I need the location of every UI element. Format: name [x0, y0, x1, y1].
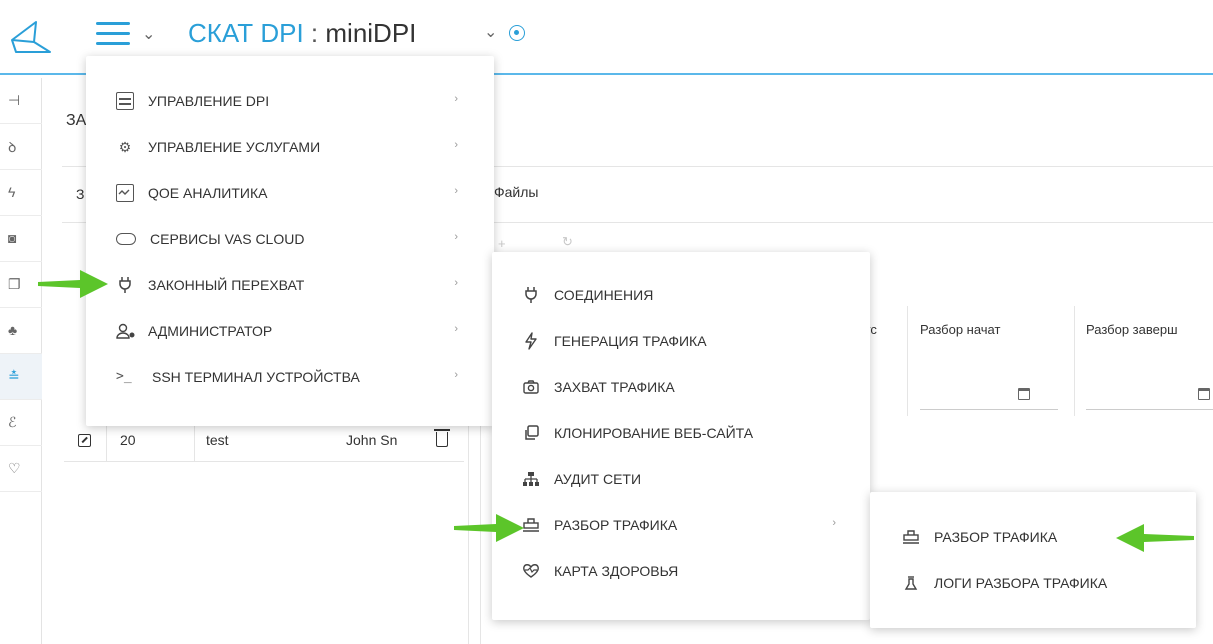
lawful-interception-submenu: СОЕДИНЕНИЯ ГЕНЕРАЦИЯ ТРАФИКА ЗАХВАТ ТРАФ… — [492, 252, 870, 620]
logo-icon[interactable] — [6, 20, 52, 56]
chevron-right-icon: › — [454, 277, 458, 289]
plug-icon — [116, 276, 134, 294]
trash-icon[interactable] — [434, 429, 450, 447]
logs-icon — [902, 574, 920, 592]
green-arrow-left-icon — [1116, 524, 1194, 552]
chevron-right-icon: › — [454, 185, 458, 197]
menu-item-services-management[interactable]: ⚙ УПРАВЛЕНИЕ УСЛУГАМИ › — [86, 124, 494, 170]
plug-icon — [522, 286, 540, 304]
page-title: СКАТ DPI : miniDPI — [188, 16, 416, 50]
tab-files[interactable]: Файлы — [494, 184, 538, 200]
subsubmenu-item-label: ЛОГИ РАЗБОРА ТРАФИКА — [934, 575, 1108, 591]
target-icon[interactable] — [509, 25, 525, 41]
submenu-item-label: РАЗБОР ТРАФИКА — [554, 517, 678, 533]
submenu-item-network-audit[interactable]: АУДИТ СЕТИ — [492, 456, 870, 502]
brand-name: СКАТ DPI — [188, 18, 304, 48]
finished-date-filter[interactable] — [1086, 372, 1213, 410]
chevron-down-icon[interactable]: ⌄ — [142, 24, 155, 44]
hamburger-menu-icon[interactable] — [96, 22, 130, 48]
green-arrow-right-icon — [38, 270, 108, 298]
menu-item-label: АДМИНИСТРАТОР — [148, 323, 273, 339]
submenu-item-website-cloning[interactable]: КЛОНИРОВАНИЕ ВЕБ-САЙТА — [492, 410, 870, 456]
terminal-icon: >_ — [116, 369, 132, 384]
table-row[interactable]: 20 test John Sn — [64, 420, 464, 462]
subsubmenu-item-label: РАЗБОР ТРАФИКА — [934, 529, 1058, 545]
menu-item-label: УПРАВЛЕНИЕ УСЛУГАМИ — [148, 139, 321, 155]
submenu-item-label: ГЕНЕРАЦИЯ ТРАФИКА — [554, 333, 707, 349]
submenu-item-label: ЗАХВАТ ТРАФИКА — [554, 379, 675, 395]
add-icon[interactable]: + — [498, 236, 506, 251]
chevron-right-icon: › — [454, 139, 458, 151]
calendar-icon[interactable] — [1018, 388, 1030, 400]
analysis-icon — [902, 528, 920, 546]
column-divider — [907, 306, 908, 416]
row-id: 20 — [120, 432, 136, 448]
submenu-item-label: АУДИТ СЕТИ — [554, 471, 642, 487]
rail-item[interactable]: ⊣ — [0, 78, 42, 124]
chevron-right-icon: › — [454, 93, 458, 105]
bolt-icon — [522, 332, 540, 350]
rail-item[interactable]: ♣ — [0, 308, 42, 354]
column-divider — [1074, 306, 1075, 416]
chevron-right-icon: › — [454, 231, 458, 243]
menu-item-label: УПРАВЛЕНИЕ DPI — [148, 93, 270, 109]
calendar-icon[interactable] — [1198, 388, 1210, 400]
clone-icon — [522, 424, 540, 442]
row-user: John Sn — [346, 432, 398, 448]
gears-icon: ⚙ — [118, 139, 132, 155]
column-header-finished[interactable]: Разбор заверш — [1086, 322, 1178, 337]
rail-item[interactable]: ℰ — [0, 400, 42, 446]
title-separator: : — [310, 18, 319, 48]
menu-item-ssh-terminal[interactable]: >_ SSH ТЕРМИНАЛ УСТРОЙСТВА › — [86, 354, 494, 400]
section-title: ЗА — [66, 112, 87, 129]
submenu-item-traffic-analysis[interactable]: РАЗБОР ТРАФИКА › — [492, 502, 870, 548]
edit-icon[interactable] — [78, 434, 91, 447]
menu-item-label: СЕРВИСЫ VAS CLOUD — [150, 231, 305, 247]
rail-item[interactable]: ꝺ — [0, 124, 42, 170]
chart-icon — [116, 184, 134, 202]
left-rail: ⊣ ꝺ ϟ ◙ ❐ ♣ ≛ ℰ ♡ — [0, 78, 42, 644]
menu-item-dpi-management[interactable]: УПРАВЛЕНИЕ DPI › — [86, 78, 494, 124]
chevron-right-icon: › — [454, 323, 458, 335]
menu-item-vas-cloud[interactable]: СЕРВИСЫ VAS CLOUD › — [86, 216, 494, 262]
chevron-right-icon: › — [832, 517, 836, 529]
cloud-icon — [116, 233, 136, 245]
traffic-analysis-submenu: РАЗБОР ТРАФИКА ЛОГИ РАЗБОРА ТРАФИКА — [870, 492, 1196, 628]
column-header-started[interactable]: Разбор начат — [920, 322, 1000, 337]
admin-icon — [116, 322, 135, 340]
rail-item[interactable]: ≛ — [0, 354, 42, 400]
network-icon — [522, 470, 540, 488]
subsubmenu-item-traffic-analysis-logs[interactable]: ЛОГИ РАЗБОРА ТРАФИКА — [870, 560, 1196, 606]
server-icon — [116, 92, 134, 110]
submenu-item-label: КЛОНИРОВАНИЕ ВЕБ-САЙТА — [554, 425, 754, 441]
started-date-filter[interactable] — [920, 372, 1058, 410]
heart-icon — [522, 562, 540, 580]
menu-item-label: ЗАКОННЫЙ ПЕРЕХВАТ — [148, 277, 305, 293]
menu-item-administrator[interactable]: АДМИНИСТРАТОР › — [86, 308, 494, 354]
rail-item[interactable]: ◙ — [0, 216, 42, 262]
menu-item-label: QOE АНАЛИТИКА — [148, 185, 268, 201]
menu-item-qoe-analytics[interactable]: QOE АНАЛИТИКА › — [86, 170, 494, 216]
rail-item[interactable]: ϟ — [0, 170, 42, 216]
camera-icon — [522, 378, 540, 396]
submenu-item-traffic-generation[interactable]: ГЕНЕРАЦИЯ ТРАФИКА — [492, 318, 870, 364]
submenu-item-connections[interactable]: СОЕДИНЕНИЯ — [492, 272, 870, 318]
green-arrow-right-icon — [454, 514, 524, 542]
refresh-icon[interactable]: ↻ — [562, 234, 573, 250]
submenu-item-health-map[interactable]: КАРТА ЗДОРОВЬЯ — [492, 548, 870, 594]
rail-item[interactable]: ♡ — [0, 446, 42, 492]
menu-item-lawful-interception[interactable]: ЗАКОННЫЙ ПЕРЕХВАТ › — [86, 262, 494, 308]
chevron-right-icon: › — [454, 369, 458, 381]
main-menu: УПРАВЛЕНИЕ DPI › ⚙ УПРАВЛЕНИЕ УСЛУГАМИ ›… — [86, 56, 494, 426]
menu-item-label: SSH ТЕРМИНАЛ УСТРОЙСТВА — [152, 369, 360, 385]
device-chevron-down-icon[interactable]: ⌄ — [484, 22, 497, 42]
row-name: test — [206, 432, 229, 448]
submenu-item-label: СОЕДИНЕНИЯ — [554, 287, 654, 303]
tab-fragment: З — [76, 186, 85, 202]
submenu-item-label: КАРТА ЗДОРОВЬЯ — [554, 563, 679, 579]
submenu-item-traffic-capture[interactable]: ЗАХВАТ ТРАФИКА — [492, 364, 870, 410]
device-name[interactable]: miniDPI — [325, 18, 416, 48]
